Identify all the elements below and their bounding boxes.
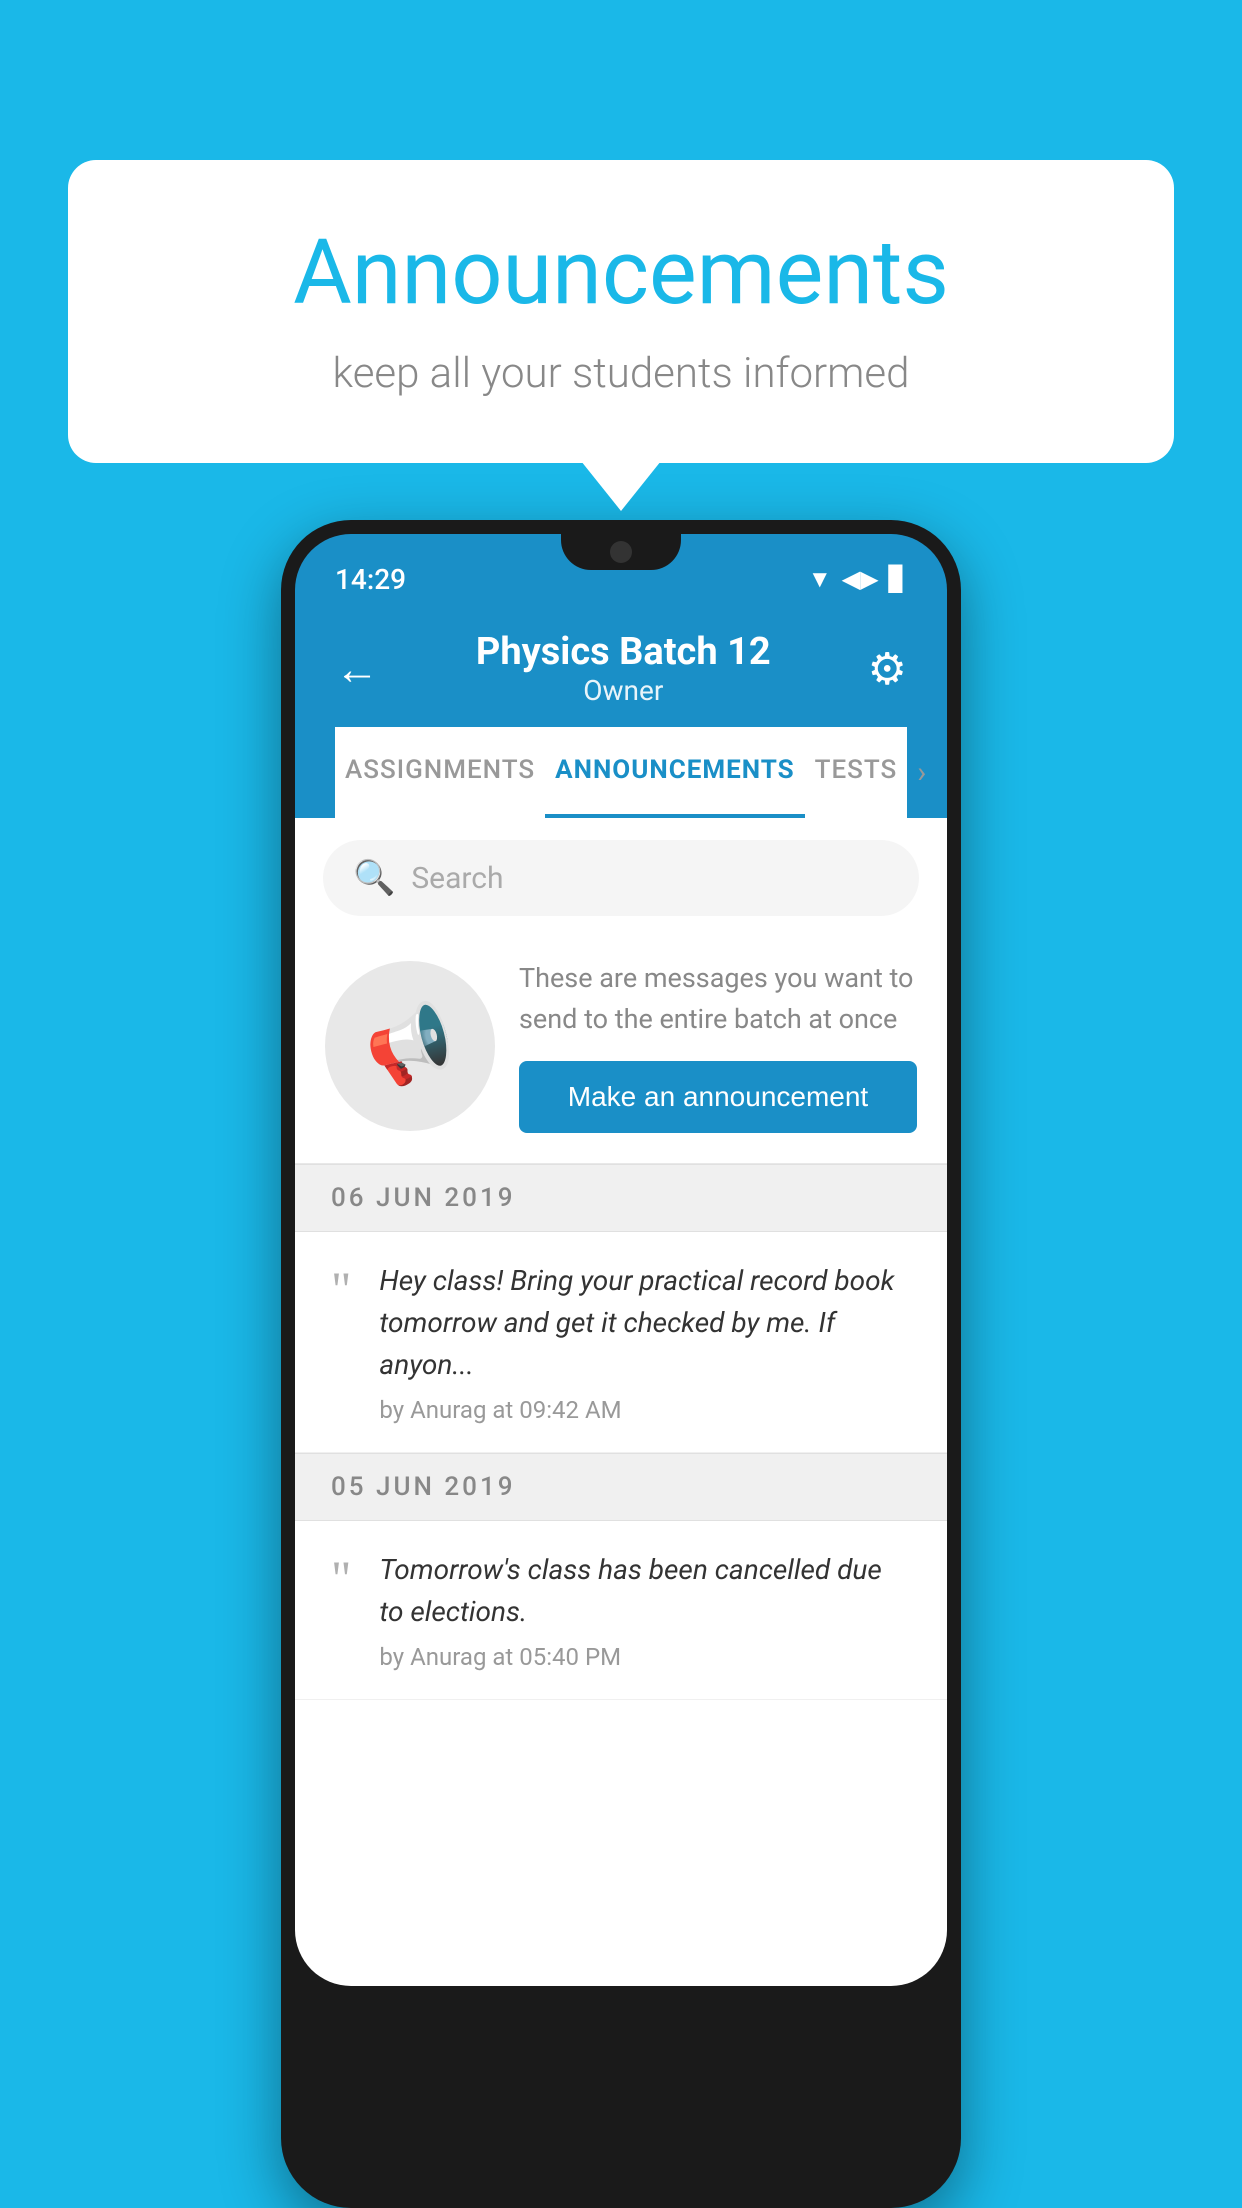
battery-icon: ▊ (889, 565, 907, 593)
message-item-1[interactable]: " Hey class! Bring your practical record… (295, 1232, 947, 1453)
message-item-2[interactable]: " Tomorrow's class has been cancelled du… (295, 1521, 947, 1700)
promo-description: These are messages you want to send to t… (519, 958, 917, 1039)
phone-wrapper: 14:29 ▼ ◀▶ ▊ ← Physics Batch 12 Owner ⚙ (68, 520, 1174, 2208)
promo-block: 📢 These are messages you want to send to… (295, 938, 947, 1164)
message-content-2: Tomorrow's class has been cancelled due … (379, 1549, 911, 1671)
tab-announcements[interactable]: ANNOUNCEMENTS (545, 727, 804, 818)
signal-icon: ◀▶ (842, 565, 879, 593)
date-separator-2: 05 JUN 2019 (295, 1453, 947, 1521)
promo-icon-circle: 📢 (325, 961, 495, 1131)
message-meta-1: by Anurag at 09:42 AM (379, 1396, 911, 1424)
header-row: ← Physics Batch 12 Owner ⚙ (335, 630, 907, 727)
message-meta-2: by Anurag at 05:40 PM (379, 1643, 911, 1671)
back-button[interactable]: ← (335, 643, 379, 695)
quote-icon-1: " (331, 1264, 351, 1314)
status-icons: ▼ ◀▶ ▊ (808, 565, 907, 594)
bubble-title: Announcements (118, 220, 1124, 325)
message-content-1: Hey class! Bring your practical record b… (379, 1260, 911, 1424)
wifi-icon: ▼ (808, 565, 832, 594)
status-time: 14:29 (335, 563, 406, 596)
search-placeholder: Search (411, 861, 503, 896)
message-text-2: Tomorrow's class has been cancelled due … (379, 1549, 911, 1633)
date-separator-1: 06 JUN 2019 (295, 1164, 947, 1232)
front-camera (610, 541, 632, 563)
search-bar[interactable]: 🔍 Search (323, 840, 919, 916)
phone-screen: ← Physics Batch 12 Owner ⚙ ASSIGNMENTS A… (295, 606, 947, 1986)
app-header: ← Physics Batch 12 Owner ⚙ ASSIGNMENTS A… (295, 606, 947, 818)
tab-more[interactable]: › (907, 727, 936, 818)
tab-assignments[interactable]: ASSIGNMENTS (335, 727, 545, 818)
batch-role: Owner (379, 674, 868, 707)
bubble-subtitle: keep all your students informed (118, 349, 1124, 398)
tab-bar: ASSIGNMENTS ANNOUNCEMENTS TESTS › (335, 727, 907, 818)
header-title-group: Physics Batch 12 Owner (379, 630, 868, 707)
settings-icon[interactable]: ⚙ (868, 643, 907, 695)
phone-frame: 14:29 ▼ ◀▶ ▊ ← Physics Batch 12 Owner ⚙ (281, 520, 961, 2208)
quote-icon-2: " (331, 1553, 351, 1603)
search-icon: 🔍 (353, 858, 395, 898)
make-announcement-button[interactable]: Make an announcement (519, 1061, 917, 1133)
speech-bubble: Announcements keep all your students inf… (68, 160, 1174, 463)
message-text-1: Hey class! Bring your practical record b… (379, 1260, 911, 1386)
promo-content: These are messages you want to send to t… (519, 958, 917, 1133)
tab-tests[interactable]: TESTS (805, 727, 908, 818)
phone-notch (561, 534, 681, 570)
megaphone-icon: 📢 (357, 995, 462, 1097)
batch-title: Physics Batch 12 (379, 630, 868, 674)
